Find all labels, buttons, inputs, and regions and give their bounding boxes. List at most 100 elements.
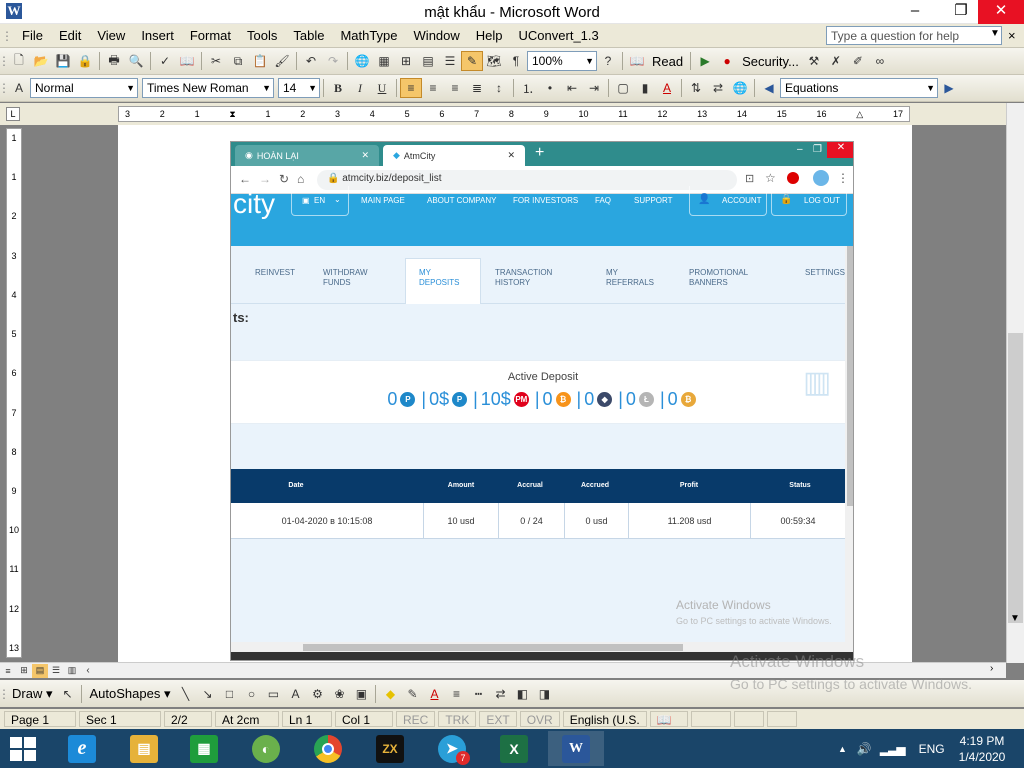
vertical-scrollbar[interactable]: ▼	[1006, 103, 1024, 663]
show-hide-icon[interactable]: ¶	[505, 51, 527, 71]
zoom-select[interactable]: 100% ▼	[527, 51, 597, 71]
copy-icon[interactable]: ⧉	[227, 51, 249, 71]
browser-close-icon[interactable]: ✕	[827, 142, 853, 158]
browser-scroll-thumb[interactable]	[847, 246, 853, 506]
home-icon[interactable]: ⌂	[297, 172, 304, 186]
format-painter-icon[interactable]: 🖌	[271, 51, 293, 71]
draw-menu[interactable]: Draw ▾	[8, 686, 56, 702]
font-color-icon[interactable]: A	[656, 78, 678, 98]
toggle-icon[interactable]: ∞	[869, 51, 891, 71]
vertical-ruler[interactable]: 1 1 2 3 4 5 6 7 8 9 10 11 12 13	[6, 128, 22, 658]
menu-format[interactable]: Format	[182, 24, 239, 48]
tab-reinvest[interactable]: REINVEST	[255, 268, 295, 278]
font-size-select[interactable]: 14 ▼	[278, 78, 320, 98]
new-document-icon[interactable]: 🗋	[8, 51, 30, 71]
tab-promotional-banners[interactable]: PROMOTIONAL BANNERS	[689, 268, 748, 288]
record-icon[interactable]: ●	[716, 51, 738, 71]
underline-button[interactable]: U	[371, 78, 393, 98]
scroll-down-icon[interactable]: ▼	[1010, 613, 1020, 624]
forward-icon[interactable]: →	[259, 172, 271, 186]
font-select[interactable]: Times New Roman ▼	[142, 78, 274, 98]
play-icon[interactable]: ▶	[694, 51, 716, 71]
autoshapes-menu[interactable]: AutoShapes ▾	[85, 686, 174, 702]
input-language[interactable]: ENG	[919, 742, 945, 756]
tab-selector-icon[interactable]: L	[6, 107, 20, 121]
menu-tools[interactable]: Tools	[239, 24, 285, 48]
nav-support[interactable]: SUPPORT	[634, 196, 673, 205]
taskbar-word[interactable]: W	[548, 731, 604, 766]
nav-faq[interactable]: FAQ	[595, 196, 611, 205]
open-folder-icon[interactable]: 📂	[30, 51, 52, 71]
menu-view[interactable]: View	[89, 24, 133, 48]
textbox-icon[interactable]: ▭	[262, 684, 284, 704]
diagram-icon[interactable]: ⚙	[306, 684, 328, 704]
dash-style-icon[interactable]: ┅	[467, 684, 489, 704]
document-map-icon[interactable]: 🗺	[483, 51, 505, 71]
scroll-thumb[interactable]	[1008, 333, 1023, 623]
research-icon[interactable]: 📖	[176, 51, 198, 71]
bookmark-star-icon[interactable]: ☆	[765, 171, 776, 185]
3d-icon[interactable]: ◨	[533, 684, 555, 704]
insert-excel-icon[interactable]: ▤	[417, 51, 439, 71]
reload-icon[interactable]: ↻	[279, 172, 289, 186]
drawing-icon[interactable]: ✎	[461, 51, 483, 71]
italic-button[interactable]: I	[349, 78, 371, 98]
hyperlink-icon[interactable]: 🌐	[351, 51, 373, 71]
print-view-icon[interactable]: ▤	[32, 663, 48, 678]
menu-window[interactable]: Window	[406, 24, 468, 48]
oval-icon[interactable]: ○	[240, 684, 262, 704]
web-icon[interactable]: 🌐	[729, 78, 751, 98]
font-color-icon[interactable]: A	[423, 684, 445, 704]
status-trk[interactable]: TRK	[438, 711, 477, 727]
adblock-icon[interactable]	[787, 172, 799, 184]
shadow-icon[interactable]: ◧	[511, 684, 533, 704]
taskbar-ie[interactable]: e	[54, 731, 110, 766]
browser-tab-atmcity[interactable]: ◆ AtmCity ✕	[383, 145, 525, 166]
help-icon[interactable]: ?	[597, 51, 619, 71]
align-center-icon[interactable]: ≡	[422, 78, 444, 98]
site-logo[interactable]: city	[233, 188, 275, 220]
bullets-icon[interactable]: •	[539, 78, 561, 98]
taskbar-excel[interactable]: X	[486, 731, 542, 766]
help-search-input[interactable]: Type a question for help	[826, 26, 1002, 45]
tools-icon[interactable]: ✗	[825, 51, 847, 71]
tab-settings[interactable]: SETTINGS	[805, 268, 845, 278]
line-style-icon[interactable]: ≡	[445, 684, 467, 704]
sort-icon[interactable]: ⇅	[685, 78, 707, 98]
control-toolbox-icon[interactable]: ⚒	[803, 51, 825, 71]
arrow-icon[interactable]: ↘	[196, 684, 218, 704]
taskbar-chrome[interactable]	[300, 731, 356, 766]
language-select[interactable]: ▣ EN ⌄	[291, 186, 349, 216]
tables-borders-icon[interactable]: ▦	[373, 51, 395, 71]
new-tab-button[interactable]: +	[535, 144, 544, 162]
line-spacing-icon[interactable]: ↕	[488, 78, 510, 98]
spelling-icon[interactable]: ✓	[154, 51, 176, 71]
wordart-icon[interactable]: A	[284, 684, 306, 704]
browser-hscrollbar[interactable]	[231, 642, 853, 652]
highlight-icon[interactable]: ▮	[634, 78, 656, 98]
translate-icon[interactable]: ⊡	[745, 172, 754, 185]
account-button[interactable]: 👤 ACCOUNT	[689, 186, 767, 216]
chevron-down-icon[interactable]: ▼	[990, 28, 1000, 39]
equations-select[interactable]: Equations ▼	[780, 78, 938, 98]
browser-tab-hoanlai[interactable]: ◉ HOÀN LẠI ✕	[235, 145, 379, 166]
kebab-menu-icon[interactable]: ⋮	[837, 171, 849, 185]
taskbar-coccoc[interactable]: ◐	[238, 731, 294, 766]
justify-icon[interactable]: ≣	[466, 78, 488, 98]
style-select[interactable]: Normal ▼	[30, 78, 138, 98]
bold-button[interactable]: B	[327, 78, 349, 98]
reading-view-icon[interactable]: ▥	[64, 664, 80, 678]
columns-icon[interactable]: ☰	[439, 51, 461, 71]
profile-avatar[interactable]	[813, 170, 829, 186]
volume-icon[interactable]: 🔊	[857, 742, 872, 756]
align-left-icon[interactable]: ≡	[400, 78, 422, 98]
tab-my-deposits[interactable]: MY DEPOSITS	[419, 268, 459, 288]
browser-hscroll-thumb[interactable]	[303, 644, 683, 651]
cut-icon[interactable]: ✂	[205, 51, 227, 71]
select-objects-icon[interactable]: ↖	[56, 684, 78, 704]
embedded-screenshot[interactable]: ◉ HOÀN LẠI ✕ ◆ AtmCity ✕ + – ❐ ✕ ← → ↻ ⌂…	[230, 141, 854, 661]
direction-icon[interactable]: ⇄	[707, 78, 729, 98]
taskbar-store[interactable]: ▦	[176, 731, 232, 766]
browser-maximize-icon[interactable]: ❐	[813, 144, 822, 155]
status-language[interactable]: English (U.S.	[562, 711, 647, 727]
